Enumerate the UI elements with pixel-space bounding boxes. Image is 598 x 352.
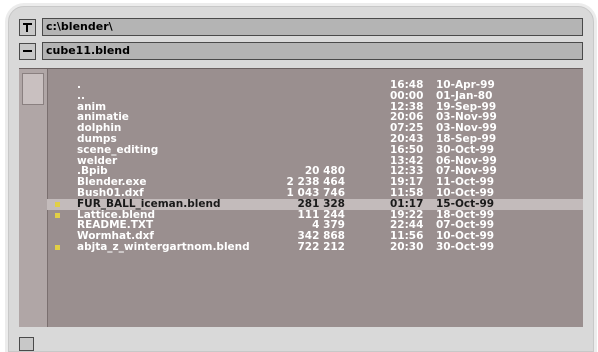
file-size: 722 212 bbox=[297, 241, 346, 253]
filename-bar: cube11.blend bbox=[19, 41, 583, 61]
file-time: 20:30 bbox=[390, 241, 424, 253]
minus-button[interactable] bbox=[19, 42, 36, 60]
directory-bar: c:\blender\ bbox=[19, 17, 583, 37]
file-list[interactable]: . 16:48 10-Apr-99.. 00:00 01-Jan-80 anim 12:38… bbox=[19, 68, 583, 327]
blend-file-marker-icon bbox=[55, 201, 60, 207]
file-row[interactable]: .. 00:00 01-Jan-80 bbox=[47, 90, 583, 102]
file-row[interactable]: . 16:48 10-Apr-99 bbox=[47, 80, 583, 91]
bottom-button[interactable] bbox=[19, 337, 34, 351]
scrollbar-thumb[interactable] bbox=[22, 73, 44, 105]
file-row[interactable]: scene_editing 16:50 30-Oct-99 bbox=[47, 144, 583, 156]
minus-icon bbox=[23, 50, 32, 52]
blend-file-marker-icon bbox=[55, 212, 60, 218]
file-name: abjta_z_wintergartnom.blend bbox=[77, 241, 250, 253]
filename-field[interactable]: cube11.blend bbox=[42, 42, 583, 60]
bottom-toolbar bbox=[19, 334, 583, 351]
blend-file-marker-icon bbox=[55, 245, 60, 250]
file-row[interactable]: abjta_z_wintergartnom.blend 722 212 20:30 3… bbox=[47, 242, 583, 253]
file-date: 30-Oct-99 bbox=[436, 241, 495, 253]
file-browser-window: c:\blender\ cube11.blend . 16:48 10-Apr-99… bbox=[8, 6, 594, 352]
scrollbar[interactable] bbox=[19, 69, 48, 327]
file-row[interactable]: animatie 20:06 03-Nov-99 bbox=[47, 112, 583, 123]
parent-dir-icon bbox=[23, 22, 32, 32]
directory-path-field[interactable]: c:\blender\ bbox=[42, 18, 583, 36]
parent-dir-button[interactable] bbox=[19, 18, 36, 36]
file-row[interactable]: dolphin 07:25 03-Nov-99 bbox=[47, 123, 583, 134]
